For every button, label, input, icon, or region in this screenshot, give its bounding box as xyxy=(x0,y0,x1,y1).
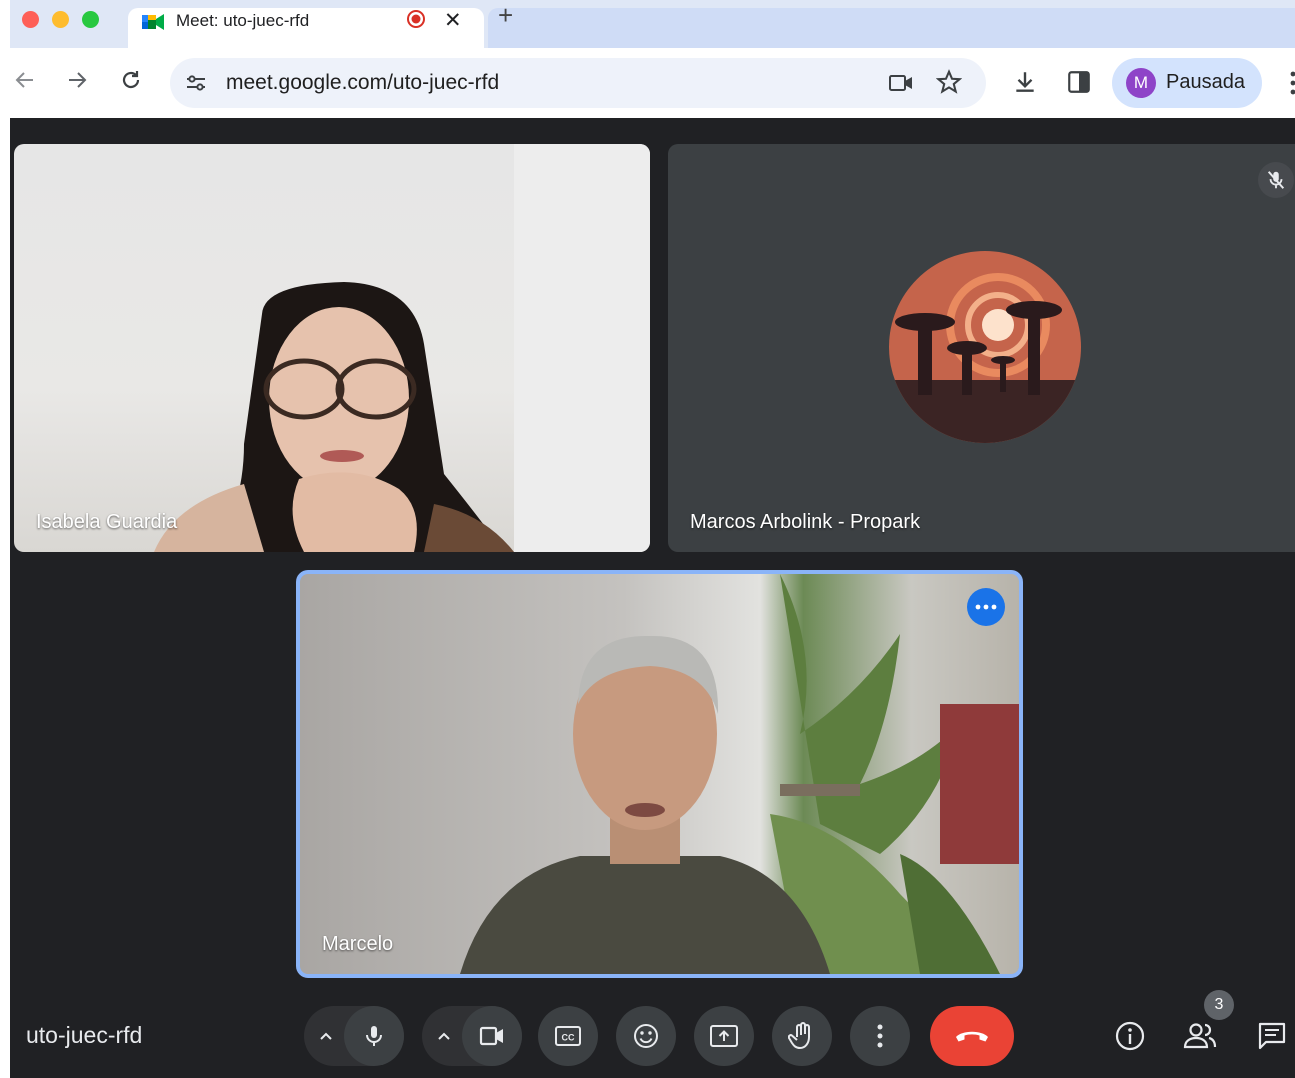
tab-strip-background xyxy=(488,8,1295,48)
back-button[interactable] xyxy=(10,65,40,95)
participant-video xyxy=(154,144,650,552)
leave-call-button[interactable] xyxy=(930,1006,1014,1066)
reactions-button[interactable] xyxy=(616,1006,676,1066)
raise-hand-button[interactable] xyxy=(772,1006,832,1066)
google-meet-icon xyxy=(142,14,164,30)
maximize-window-button[interactable] xyxy=(82,11,99,28)
browser-toolbar: meet.google.com/uto-juec-rfd M Pausada xyxy=(10,48,1295,118)
reload-icon xyxy=(122,71,140,89)
videocam-icon xyxy=(479,1026,503,1046)
avatar: M xyxy=(1126,68,1156,98)
meeting-details-button[interactable] xyxy=(1112,1018,1148,1054)
close-window-button[interactable] xyxy=(22,11,39,28)
people-button[interactable] xyxy=(1182,1018,1218,1054)
participant-name: Marcelo xyxy=(322,933,394,955)
minimize-window-button[interactable] xyxy=(52,11,69,28)
emoji-icon xyxy=(634,1024,658,1048)
download-icon[interactable] xyxy=(1012,69,1038,95)
participant-avatar xyxy=(889,251,1081,443)
mic-icon xyxy=(366,1026,382,1046)
more-vert-icon[interactable] xyxy=(1290,70,1295,96)
present-screen-button[interactable] xyxy=(694,1006,754,1066)
participant-count-badge: 3 xyxy=(1204,990,1234,1020)
people-icon xyxy=(1183,1023,1217,1049)
meeting-code: uto-juec-rfd xyxy=(26,1022,143,1048)
camera-icon[interactable] xyxy=(888,71,914,95)
chat-icon xyxy=(1258,1022,1286,1050)
participant-tile-marcos[interactable]: Marcos Arbolink - Propark xyxy=(668,144,1295,552)
hand-icon xyxy=(788,1022,810,1049)
participant-name: Isabela Guardia xyxy=(36,511,178,533)
reload-button[interactable] xyxy=(116,65,146,95)
participant-video xyxy=(460,574,1019,974)
new-tab-button[interactable]: + xyxy=(498,2,513,28)
mic-button[interactable] xyxy=(344,1006,404,1066)
more-vert-icon xyxy=(877,1024,883,1048)
forward-icon xyxy=(69,72,87,88)
camera-button[interactable] xyxy=(462,1006,522,1066)
close-tab-button[interactable]: ✕ xyxy=(444,8,462,33)
participant-name: Marcos Arbolink - Propark xyxy=(690,511,921,533)
mic-control xyxy=(304,1006,404,1066)
participant-tile-isabela[interactable]: Isabela Guardia xyxy=(14,144,650,552)
camera-control xyxy=(422,1006,522,1066)
url-text: meet.google.com/uto-juec-rfd xyxy=(226,71,500,94)
present-to-all-icon xyxy=(710,1025,738,1047)
side-panel-icon[interactable] xyxy=(1066,69,1092,95)
bookmark-star-icon[interactable] xyxy=(936,69,962,95)
address-bar[interactable]: meet.google.com/uto-juec-rfd xyxy=(170,58,986,108)
more-horiz-icon xyxy=(975,604,997,610)
tab-title: Meet: uto-juec-rfd xyxy=(176,11,310,30)
mic-off-indicator xyxy=(1258,162,1294,198)
call-end-icon xyxy=(956,1031,988,1042)
site-settings-icon[interactable] xyxy=(184,71,208,95)
chevron-up-icon[interactable] xyxy=(316,1026,336,1046)
record-icon xyxy=(407,10,425,28)
participant-tile-marcelo[interactable]: Marcelo xyxy=(296,570,1023,978)
forward-button[interactable] xyxy=(62,65,92,95)
profile-button[interactable]: M Pausada xyxy=(1112,58,1262,108)
profile-status-label: Pausada xyxy=(1166,71,1245,93)
browser-chrome: Meet: uto-juec-rfd ✕ + meet.google.com/u… xyxy=(10,0,1295,118)
back-icon xyxy=(15,72,33,88)
info-icon xyxy=(1115,1021,1145,1051)
meet-stage: Isabela Guardia Marcos Arbolink - Propar… xyxy=(10,118,1295,1078)
mic-off-icon xyxy=(1267,171,1285,189)
svg-text:CC: CC xyxy=(562,1033,575,1043)
participant-options-button[interactable] xyxy=(967,588,1005,626)
chat-button[interactable] xyxy=(1254,1018,1290,1054)
closed-captions-icon: CC xyxy=(555,1026,581,1046)
tab-meet[interactable]: Meet: uto-juec-rfd ✕ xyxy=(128,8,484,48)
more-options-button[interactable] xyxy=(850,1006,910,1066)
chevron-up-icon[interactable] xyxy=(434,1026,454,1046)
captions-button[interactable]: CC xyxy=(538,1006,598,1066)
